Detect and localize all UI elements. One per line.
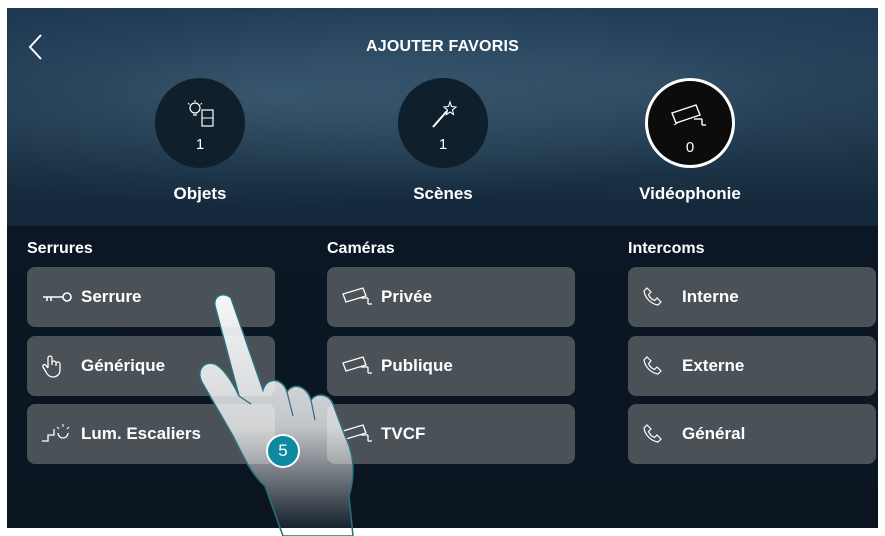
phone-icon	[642, 285, 676, 309]
stair-light-icon	[41, 422, 75, 446]
generique-button[interactable]: Générique	[27, 336, 275, 396]
general-button[interactable]: Général	[628, 404, 876, 464]
camera-icon	[341, 422, 375, 446]
camera-icon	[671, 104, 706, 126]
serrure-button[interactable]: Serrure	[27, 267, 275, 327]
tvcf-button[interactable]: TVCF	[327, 404, 575, 464]
category-videophonie[interactable]: 0 Vidéophonie	[620, 78, 760, 204]
category-count: 1	[438, 136, 448, 153]
step-badge: 5	[266, 434, 300, 468]
screen: AJOUTER FAVORIS 1 Objets 1 Scènes 0 Vidé…	[7, 8, 878, 528]
hand-pointer-icon	[41, 354, 75, 378]
publique-button[interactable]: Publique	[327, 336, 575, 396]
externe-button[interactable]: Externe	[628, 336, 876, 396]
category-count: 1	[195, 136, 205, 153]
category-circle[interactable]: 0	[645, 78, 735, 168]
externe-label: Externe	[682, 356, 745, 375]
category-label: Vidéophonie	[639, 184, 741, 203]
category-circle[interactable]: 1	[155, 78, 245, 168]
phone-icon	[642, 422, 676, 446]
camera-icon	[341, 354, 375, 378]
interne-label: Interne	[682, 287, 739, 306]
tvcf-label: TVCF	[381, 424, 426, 443]
camera-icon	[341, 285, 375, 309]
page-title: AJOUTER FAVORIS	[366, 38, 519, 55]
interne-button[interactable]: Interne	[628, 267, 876, 327]
privee-button[interactable]: Privée	[327, 267, 575, 327]
category-circle[interactable]: 1	[398, 78, 488, 168]
lum-escaliers-label: Lum. Escaliers	[81, 424, 202, 443]
category-objets[interactable]: 1 Objets	[130, 78, 270, 204]
magic-wand-icon	[432, 100, 458, 128]
general-label: Général	[682, 424, 746, 443]
lum-escaliers-button[interactable]: Lum. Escaliers	[27, 404, 275, 464]
category-count: 0	[685, 139, 695, 156]
column-title-cameras: Caméras	[327, 240, 395, 257]
column-title-serrures: Serrures	[27, 240, 93, 257]
publique-label: Publique	[381, 356, 453, 375]
category-label: Objets	[173, 184, 227, 203]
category-scenes[interactable]: 1 Scènes	[373, 78, 513, 204]
key-icon	[41, 285, 75, 309]
privee-label: Privée	[381, 287, 433, 306]
serrure-label: Serrure	[81, 287, 142, 306]
phone-icon	[642, 354, 676, 378]
category-label: Scènes	[413, 184, 473, 203]
bulb-switch-icon	[187, 100, 214, 127]
column-title-intercoms: Intercoms	[628, 240, 705, 257]
generique-label: Générique	[81, 356, 166, 375]
